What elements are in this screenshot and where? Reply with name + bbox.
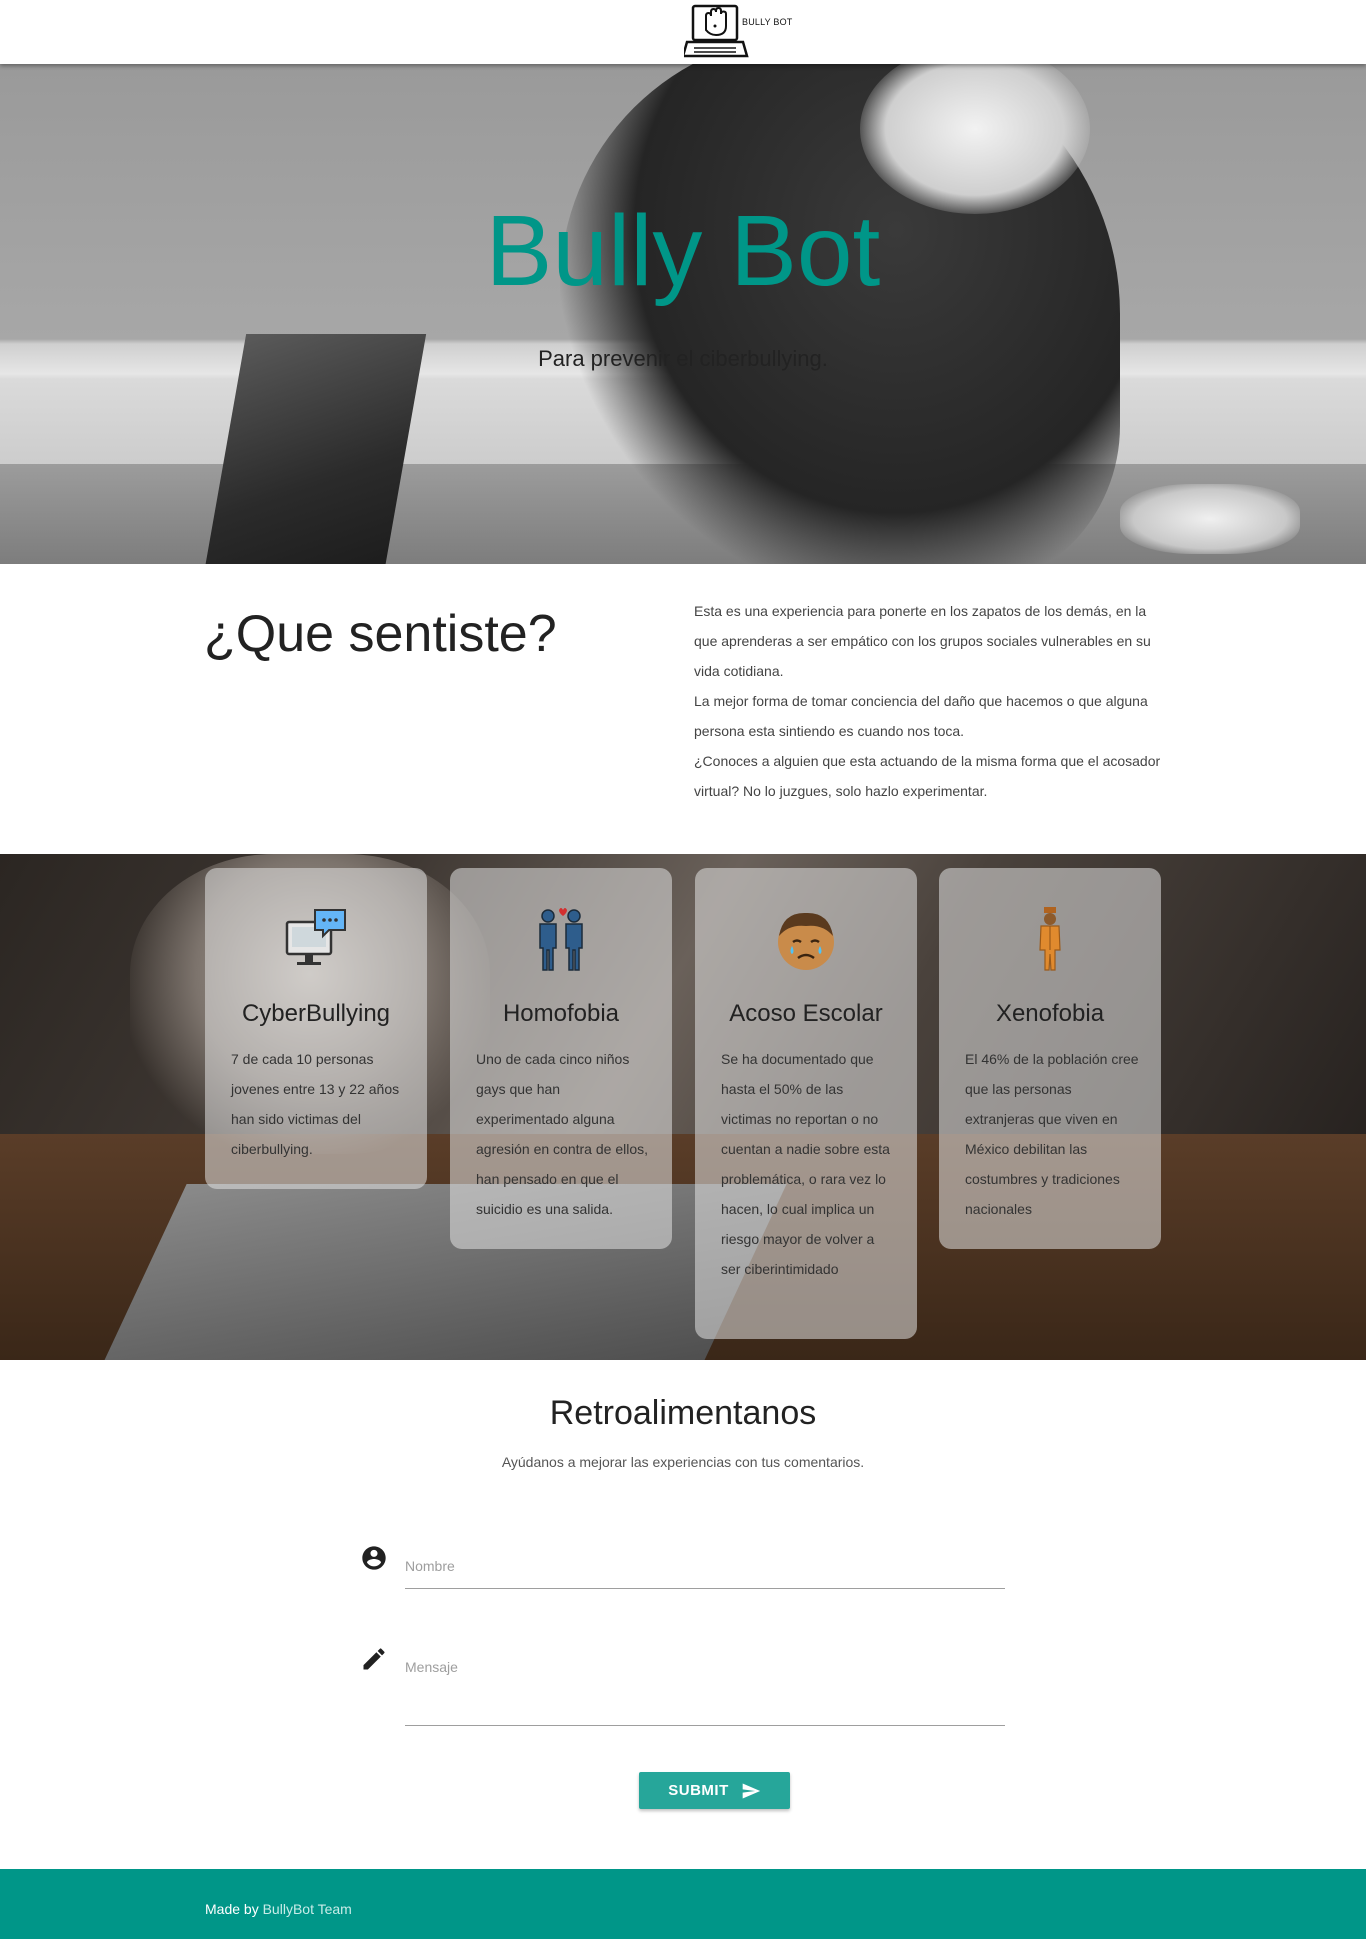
footer-prefix: Made by	[205, 1901, 263, 1917]
card-body: Uno de cada cinco niños gays que han exp…	[476, 1051, 648, 1217]
top-navbar: BULLY BOT	[0, 0, 1366, 64]
message-field[interactable]: Mensaje	[405, 1659, 458, 1675]
card-xenofobia: Xenofobia El 46% de la población cree qu…	[939, 868, 1161, 1249]
laptop-hand-icon	[684, 4, 749, 58]
about-text: Esta es una experiencia para ponerte en …	[694, 596, 1166, 806]
about-paragraph: La mejor forma de tomar conciencia del d…	[694, 693, 1148, 739]
foreign-man-icon	[1039, 907, 1061, 971]
computer-chat-icon	[285, 909, 346, 965]
card-homofobia: Homofobia Uno de cada cinco niños gays q…	[450, 868, 672, 1249]
card-acoso-escolar: Acoso Escolar Se ha documentado que hast…	[695, 868, 917, 1339]
name-field[interactable]: Nombre	[405, 1558, 455, 1574]
card-body: El 46% de la población cree que las pers…	[965, 1051, 1139, 1217]
couple-men-icon	[539, 908, 583, 971]
name-field-underline	[405, 1588, 1005, 1589]
footer: Made by BullyBot Team	[0, 1869, 1366, 1939]
card-title: Acoso Escolar	[729, 1000, 883, 1027]
brand-logo[interactable]: BULLY BOT	[684, 2, 796, 60]
pencil-icon	[363, 1648, 385, 1670]
card-cyberbullying: CyberBullying 7 de cada 10 personas jove…	[205, 868, 427, 1189]
card-title: Homofobia	[502, 1000, 620, 1027]
card-title: CyberBullying	[241, 1000, 391, 1027]
feedback-subtitle: Ayúdanos a mejorar las experiencias con …	[501, 1454, 865, 1470]
card-title: Xenofobia	[995, 1000, 1105, 1027]
hero-image-shoe	[1120, 484, 1300, 554]
card-body: Se ha documentado que hasta el 50% de la…	[721, 1051, 890, 1277]
submit-label: SUBMIT	[668, 1782, 729, 1799]
about-paragraph: Esta es una experiencia para ponerte en …	[694, 603, 1151, 679]
hero-subtitle: Para prevenir el ciberbullying.	[538, 346, 828, 371]
logo-text: BULLY BOT	[742, 17, 793, 27]
send-icon	[742, 1783, 760, 1798]
account-circle-icon	[362, 1546, 386, 1570]
card-body: 7 de cada 10 personas jovenes entre 13 y…	[231, 1051, 400, 1157]
feedback-title: Retroalimentanos	[549, 1394, 817, 1432]
about-heading: ¿Que sentiste?	[204, 605, 557, 663]
hero-banner: Bully Bot Para prevenir el ciberbullying…	[0, 64, 1366, 564]
footer-team-link[interactable]: BullyBot Team	[263, 1901, 352, 1917]
footer-credit: Made by BullyBot Team	[205, 1901, 352, 1917]
submit-button[interactable]: SUBMIT	[639, 1772, 790, 1809]
hero-title: Bully Bot	[485, 195, 881, 307]
about-paragraph: ¿Conoces a alguien que esta actuando de …	[694, 753, 1161, 799]
background-laptop	[93, 1184, 787, 1360]
crying-boy-icon	[778, 912, 834, 970]
message-field-underline	[405, 1725, 1005, 1726]
